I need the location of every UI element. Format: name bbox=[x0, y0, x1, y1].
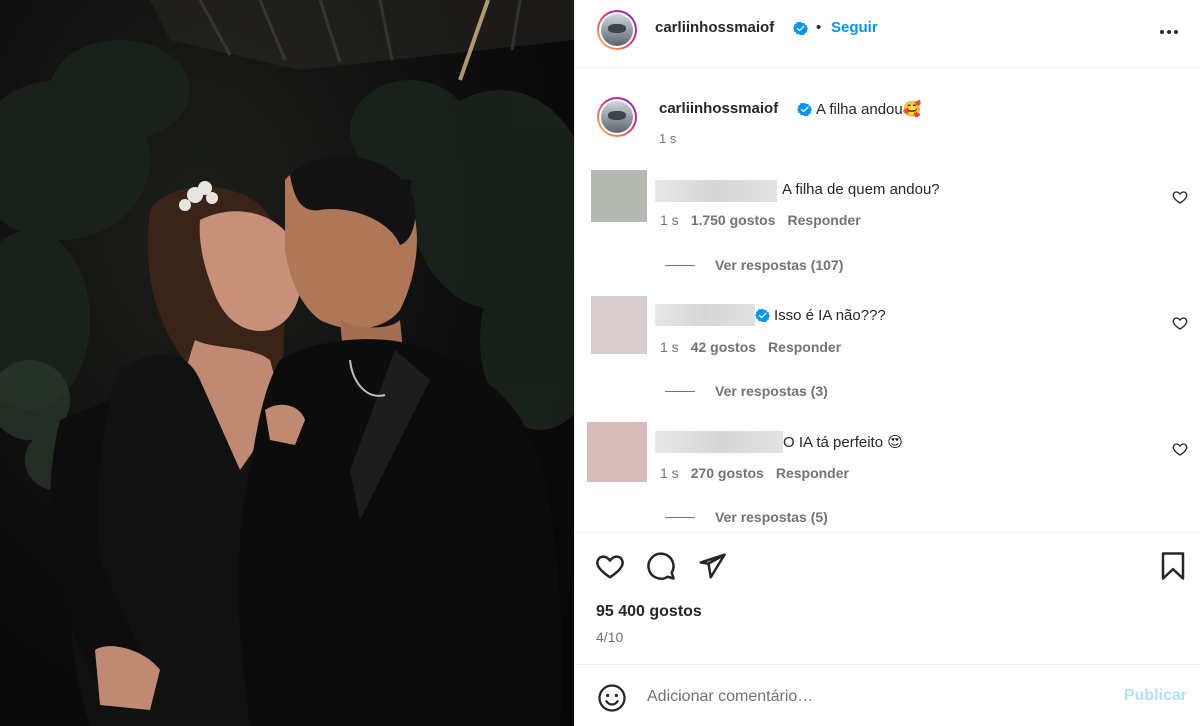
post-photo[interactable] bbox=[0, 0, 574, 726]
comment-time: 1 s bbox=[660, 465, 679, 481]
view-replies-button[interactable]: Ver respostas (5) bbox=[665, 509, 828, 525]
commenter-avatar[interactable] bbox=[591, 296, 647, 354]
comment-likes[interactable]: 1.750 gostos bbox=[691, 212, 776, 228]
comment-time: 1 s bbox=[660, 339, 679, 355]
comment-like-heart-icon[interactable] bbox=[1172, 189, 1188, 205]
comment-bubble-icon[interactable] bbox=[646, 551, 676, 581]
replies-divider bbox=[665, 516, 695, 518]
view-replies-label: Ver respostas (3) bbox=[715, 383, 828, 399]
comment-time: 1 s bbox=[660, 212, 679, 228]
commenter-avatar[interactable] bbox=[587, 422, 647, 482]
view-replies-button[interactable]: Ver respostas (3) bbox=[665, 383, 828, 399]
reply-button[interactable]: Responder bbox=[788, 212, 861, 228]
post-header: carliinhossmaiof • Seguir bbox=[575, 0, 1200, 68]
view-replies-button[interactable]: Ver respostas (107) bbox=[665, 257, 843, 273]
couple-kissing-photo bbox=[0, 0, 574, 726]
comment-meta: 1 s 42 gostos Responder bbox=[660, 339, 841, 355]
caption-username[interactable]: carliinhossmaiof bbox=[659, 100, 778, 117]
comment-meta: 1 s 270 gostos Responder bbox=[660, 465, 849, 481]
instagram-post: carliinhossmaiof • Seguir carliinhossmai… bbox=[0, 0, 1200, 726]
commenter-avatar[interactable] bbox=[591, 170, 647, 222]
caption-author-avatar[interactable] bbox=[597, 97, 637, 137]
verified-badge-icon bbox=[793, 21, 808, 36]
reply-button[interactable]: Responder bbox=[768, 339, 841, 355]
comment-text: Isso é IA não??? bbox=[774, 307, 886, 324]
blurred-username bbox=[655, 304, 755, 326]
caption-text: A filha andou🥰 bbox=[816, 101, 922, 118]
smiley-icon[interactable] bbox=[597, 683, 627, 713]
replies-divider bbox=[665, 390, 695, 392]
reply-button[interactable]: Responder bbox=[776, 465, 849, 481]
comment-input[interactable] bbox=[647, 683, 1087, 711]
more-options-icon[interactable] bbox=[1157, 20, 1181, 44]
blurred-username bbox=[655, 431, 783, 453]
author-avatar[interactable] bbox=[597, 10, 637, 50]
verified-badge-icon bbox=[755, 308, 770, 323]
post-details-panel: carliinhossmaiof • Seguir carliinhossmai… bbox=[574, 0, 1200, 726]
view-replies-label: Ver respostas (107) bbox=[715, 257, 844, 273]
likes-count[interactable]: 95 400 gostos bbox=[596, 603, 702, 621]
bookmark-icon[interactable] bbox=[1158, 551, 1188, 581]
view-replies-label: Ver respostas (5) bbox=[715, 509, 828, 525]
publish-button[interactable]: Publicar bbox=[1124, 687, 1187, 705]
replies-divider bbox=[665, 264, 695, 266]
add-comment-bar: Publicar bbox=[575, 664, 1200, 726]
author-username[interactable]: carliinhossmaiof bbox=[655, 19, 774, 36]
caption-time: 1 s bbox=[659, 131, 677, 146]
comment-meta: 1 s 1.750 gostos Responder bbox=[660, 212, 861, 228]
comment-likes[interactable]: 42 gostos bbox=[691, 339, 756, 355]
follow-button[interactable]: Seguir bbox=[831, 19, 878, 36]
comment-likes[interactable]: 270 gostos bbox=[691, 465, 764, 481]
blurred-username bbox=[655, 180, 777, 202]
heart-icon[interactable] bbox=[595, 551, 625, 581]
header-separator-dot: • bbox=[816, 19, 822, 36]
image-counter: 4/10 bbox=[596, 629, 624, 645]
post-actions: 95 400 gostos 4/10 bbox=[575, 532, 1200, 662]
comment-text: A filha de quem andou? bbox=[782, 181, 940, 198]
comment-like-heart-icon[interactable] bbox=[1172, 441, 1188, 457]
comment-text: O IA tá perfeito 😍 bbox=[783, 434, 903, 451]
comment-like-heart-icon[interactable] bbox=[1172, 315, 1188, 331]
verified-badge-icon bbox=[797, 102, 812, 117]
paper-plane-icon[interactable] bbox=[697, 551, 727, 581]
